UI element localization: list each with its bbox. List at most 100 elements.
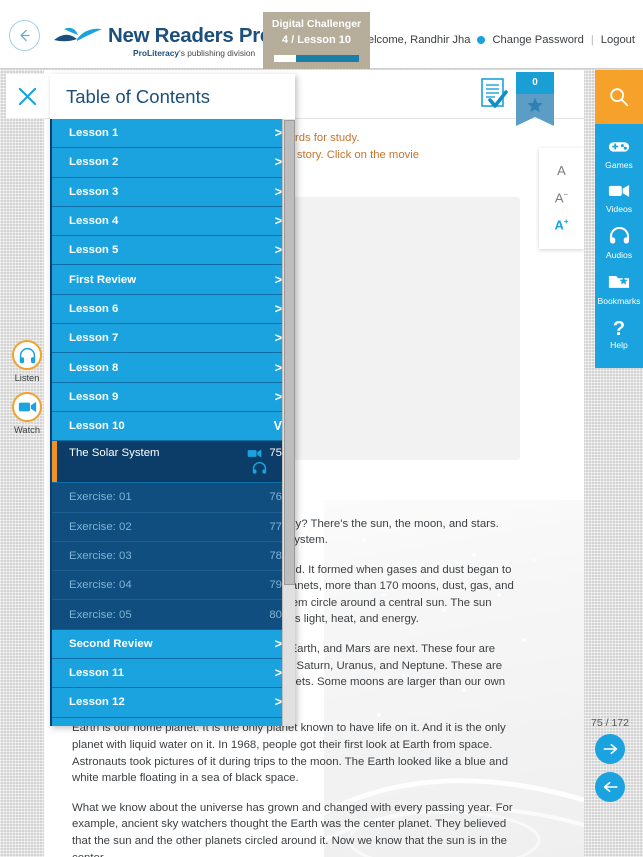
chevron-right-icon: >: [274, 126, 282, 141]
toc-item-label: Lesson 1: [69, 127, 119, 140]
toc-list[interactable]: Lesson 1 > Lesson 2 > Lesson 3 > Lesson 4 > …: [50, 119, 295, 726]
separator: |: [590, 34, 594, 46]
close-toc-button[interactable]: [6, 74, 48, 118]
toc-item-page: 79: [269, 579, 282, 592]
toc-item-lesson-8[interactable]: Lesson 8 >: [52, 353, 295, 383]
gamepad-icon: [608, 142, 630, 152]
help-button[interactable]: ? Help: [595, 313, 643, 357]
toc-item-lesson-13[interactable]: Lesson 13>: [52, 717, 295, 726]
toc-item-lesson-3[interactable]: Lesson 3 >: [52, 177, 295, 207]
toc-item-lesson-6[interactable]: Lesson 6 >: [52, 294, 295, 325]
chevron-right-icon: >: [275, 725, 282, 726]
challenger-title: Digital Challenger: [271, 18, 362, 30]
toc-item-lesson-9[interactable]: Lesson 9 >: [52, 382, 295, 412]
toc-item-label: Lesson 12: [69, 696, 125, 709]
app-header: New Readers Press® ProLiteracy's publish…: [0, 0, 643, 69]
toc-item-page: 77: [269, 520, 282, 533]
logout-link[interactable]: Logout: [601, 34, 635, 46]
toc-item-lesson-2[interactable]: Lesson 2 >: [52, 148, 295, 178]
watch-label: Watch: [13, 425, 40, 435]
toc-item-label: Second Review: [69, 637, 153, 650]
active-indicator: [52, 441, 57, 483]
tools-rail: Games Videos Audios Bookmarks ? Help: [595, 124, 643, 368]
toc-item-label: Lesson 7: [69, 332, 119, 345]
challenger-progress-bar: [274, 55, 359, 62]
toc-item-exercise-01[interactable]: Exercise: 01 76: [52, 483, 295, 513]
toc-item-second-review[interactable]: Second Review >: [52, 629, 295, 660]
next-page-button[interactable]: [595, 734, 625, 764]
question-mark-icon: ?: [612, 318, 626, 340]
toc-item-the-solar-system[interactable]: The Solar System 75: [52, 441, 295, 484]
close-icon: [18, 87, 36, 105]
headphones-icon: [609, 226, 629, 244]
video-camera-icon: [608, 185, 630, 197]
videos-label: Videos: [605, 204, 633, 214]
chevron-down-icon: V: [273, 419, 282, 434]
bookmarks-button[interactable]: Bookmarks: [595, 267, 643, 313]
challenger-subtitle: 4 / Lesson 10: [281, 34, 352, 46]
toc-item-label: Lesson 11: [69, 667, 125, 680]
toc-item-first-review[interactable]: First Review >: [52, 265, 295, 295]
toc-item-label: Exercise: 04: [69, 579, 132, 592]
star-ribbon-icon: [516, 94, 554, 126]
change-password-link[interactable]: Change Password: [492, 34, 583, 46]
toc-item-exercise-05[interactable]: Exercise: 05 80: [52, 600, 295, 630]
watch-button[interactable]: Watch: [9, 392, 45, 435]
toc-item-lesson-11[interactable]: Lesson 11 >: [52, 659, 295, 689]
toc-item-label: Exercise: 02: [69, 520, 132, 533]
document-check-icon[interactable]: [481, 78, 509, 115]
chevron-right-icon: >: [274, 301, 282, 316]
toc-item-lesson-4[interactable]: Lesson 4 >: [52, 206, 295, 237]
toc-item-exercise-03[interactable]: Exercise: 03 78: [52, 541, 295, 572]
headphones-icon[interactable]: [252, 462, 267, 474]
audios-label: Audios: [605, 250, 633, 260]
listen-button[interactable]: Listen: [9, 340, 45, 383]
toc-item-label: Exercise: 01: [69, 491, 132, 504]
page-count: 75 / 172: [591, 717, 629, 729]
chevron-right-icon: >: [274, 214, 282, 229]
toc-item-exercise-02[interactable]: Exercise: 02 77: [52, 512, 295, 542]
games-button[interactable]: Games: [595, 133, 643, 177]
toc-item-lesson-10[interactable]: Lesson 10 V: [52, 411, 295, 442]
videos-button[interactable]: Videos: [595, 177, 643, 221]
toc-item-lesson-1[interactable]: Lesson 1 >: [52, 119, 295, 149]
font-decrease-button[interactable]: A−: [539, 184, 584, 211]
toc-scrollbar[interactable]: [282, 119, 295, 726]
prev-page-button[interactable]: [595, 772, 625, 802]
audios-button[interactable]: Audios: [595, 221, 643, 267]
video-camera-icon[interactable]: [247, 448, 262, 459]
toc-item-lesson-7[interactable]: Lesson 7 >: [52, 324, 295, 354]
toc-item-page: 80: [269, 608, 282, 621]
bookmark-count: 0: [516, 72, 554, 94]
story-paragraph: What we know about the universe has grow…: [72, 801, 513, 857]
toc-item-exercise-04[interactable]: Exercise: 04 79: [52, 571, 295, 601]
bookmark-ribbon[interactable]: 0: [516, 72, 554, 126]
toc-item-label: Exercise: 05: [69, 608, 132, 621]
search-button[interactable]: [595, 70, 643, 124]
font-normal-button[interactable]: A: [539, 157, 584, 184]
listen-label: Listen: [14, 373, 40, 383]
digital-challenger-badge[interactable]: Digital Challenger 4 / Lesson 10: [263, 12, 370, 69]
toc-scrollbar-thumb[interactable]: [284, 120, 295, 585]
welcome-text: Welcome, Randhir Jha: [357, 34, 471, 46]
toc-item-label: Exercise: 03: [69, 550, 132, 562]
toc-item-label: Lesson 6: [69, 302, 119, 315]
font-size-control[interactable]: A A− A+: [539, 148, 584, 249]
toc-item-lesson-12[interactable]: Lesson 12 >: [52, 688, 295, 718]
toc-item-label: Lesson 10: [69, 420, 125, 433]
chevron-right-icon: >: [274, 272, 282, 287]
chevron-right-icon: >: [274, 331, 282, 346]
toc-item-label: The Solar System: [69, 447, 160, 460]
help-label: Help: [610, 340, 628, 350]
toc-item-lesson-5[interactable]: Lesson 5 >: [52, 236, 295, 266]
toc-item-page: 78: [269, 550, 282, 562]
toc-item-meta: 75: [247, 447, 282, 474]
toc-item-label: Lesson 8: [69, 361, 119, 374]
app-root: 0 Click on the headphones icon to hear t…: [0, 0, 643, 857]
video-camera-icon: [12, 392, 42, 422]
headphones-icon: [12, 340, 42, 370]
back-arrow-icon[interactable]: [9, 20, 40, 51]
font-increase-button[interactable]: A+: [539, 211, 584, 238]
games-label: Games: [605, 160, 633, 170]
chevron-right-icon: >: [274, 666, 282, 681]
